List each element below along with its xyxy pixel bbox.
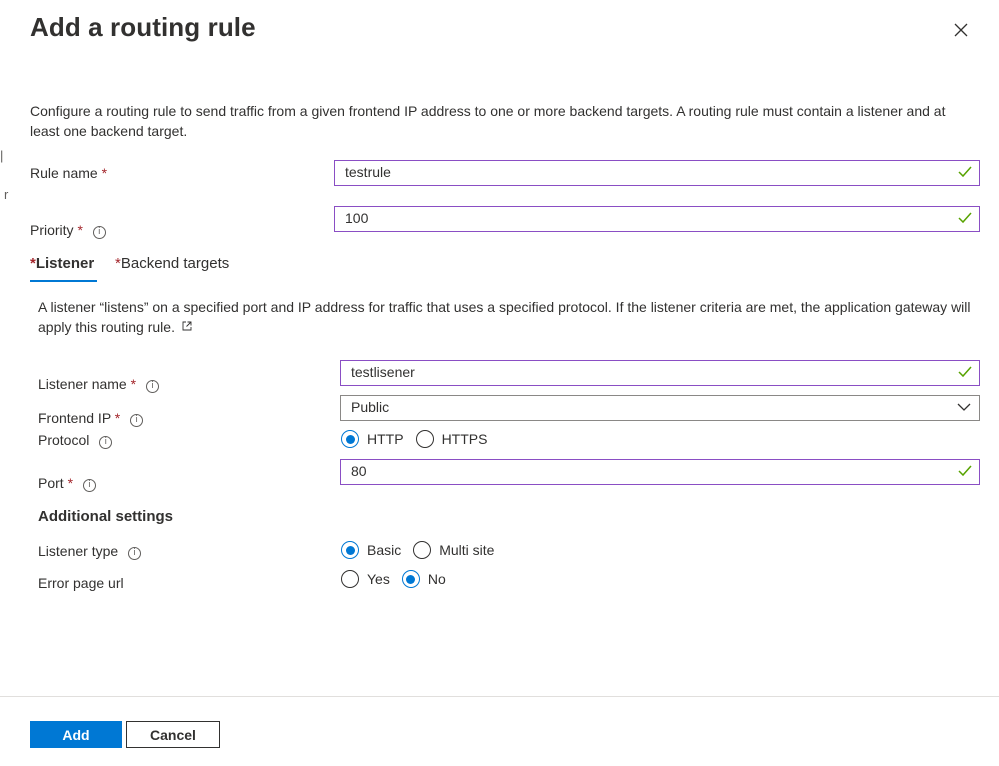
error-page-radio-group: Yes No <box>341 570 458 588</box>
chevron-down-icon <box>957 403 971 411</box>
radio-no[interactable] <box>401 570 420 588</box>
active-tab-indicator <box>30 280 97 282</box>
info-icon[interactable]: i <box>145 380 159 393</box>
radio-basic-label: Basic <box>367 542 402 558</box>
info-icon[interactable]: i <box>99 436 113 449</box>
required-mark: * <box>130 376 137 392</box>
radio-yes-label: Yes <box>367 571 390 587</box>
rule-name-input[interactable]: testrule <box>334 160 980 186</box>
tab-backend-targets[interactable]: *Backend targets <box>115 255 229 272</box>
info-icon[interactable]: i <box>128 547 142 560</box>
checkmark-icon <box>958 366 972 378</box>
external-link-icon[interactable] <box>182 321 192 331</box>
tab-listener[interactable]: *Listener <box>30 255 94 272</box>
radio-http-label: HTTP <box>367 431 404 447</box>
close-icon <box>954 23 968 37</box>
required-mark: * <box>101 165 108 181</box>
listener-type-radio-group: Basic Multi site <box>341 541 506 559</box>
protocol-radio-group: HTTP HTTPS <box>341 430 499 448</box>
listener-type-label: Listener type i <box>38 543 142 560</box>
priority-input[interactable]: 100 <box>334 206 980 232</box>
intro-text: Configure a routing rule to send traffic… <box>30 103 946 139</box>
edge-mark-bar: | <box>0 148 4 163</box>
required-mark: * <box>67 475 74 491</box>
footer-divider <box>0 696 999 697</box>
radio-yes[interactable] <box>341 570 359 588</box>
radio-multi-site-label: Multi site <box>439 542 495 558</box>
listener-description: A listener “listens” on a specified port… <box>38 299 971 335</box>
checkmark-icon <box>958 465 972 477</box>
edge-mark-char: r <box>4 187 9 202</box>
radio-https-label: HTTPS <box>441 431 488 447</box>
info-icon[interactable]: i <box>130 414 144 427</box>
error-page-url-label: Error page url <box>38 575 124 591</box>
checkmark-icon <box>958 166 972 178</box>
radio-basic[interactable] <box>341 541 359 559</box>
frontend-ip-label: Frontend IP * i <box>38 410 144 427</box>
info-icon[interactable]: i <box>92 226 106 239</box>
required-mark: * <box>77 222 83 238</box>
additional-settings-heading: Additional settings <box>38 508 173 525</box>
close-button[interactable] <box>946 14 976 44</box>
cancel-button[interactable]: Cancel <box>126 721 220 748</box>
required-mark: * <box>114 410 121 426</box>
listener-name-input[interactable]: testlisener <box>340 360 980 386</box>
rule-name-label: Rule name * <box>30 165 108 181</box>
radio-multi-site[interactable] <box>413 541 432 559</box>
radio-http[interactable] <box>341 430 359 448</box>
add-button[interactable]: Add <box>30 721 122 748</box>
protocol-label: Protocol i <box>38 432 113 449</box>
panel-title: Add a routing rule <box>30 12 256 42</box>
info-icon[interactable]: i <box>82 479 96 492</box>
priority-label: Priority * i <box>30 222 106 239</box>
listener-name-label: Listener name * i <box>38 376 159 393</box>
frontend-ip-dropdown[interactable]: Public <box>340 395 980 421</box>
radio-no-label: No <box>427 571 446 587</box>
checkmark-icon <box>958 212 972 224</box>
port-input[interactable]: 80 <box>340 459 980 485</box>
port-label: Port * i <box>38 475 96 492</box>
radio-https[interactable] <box>415 430 434 448</box>
